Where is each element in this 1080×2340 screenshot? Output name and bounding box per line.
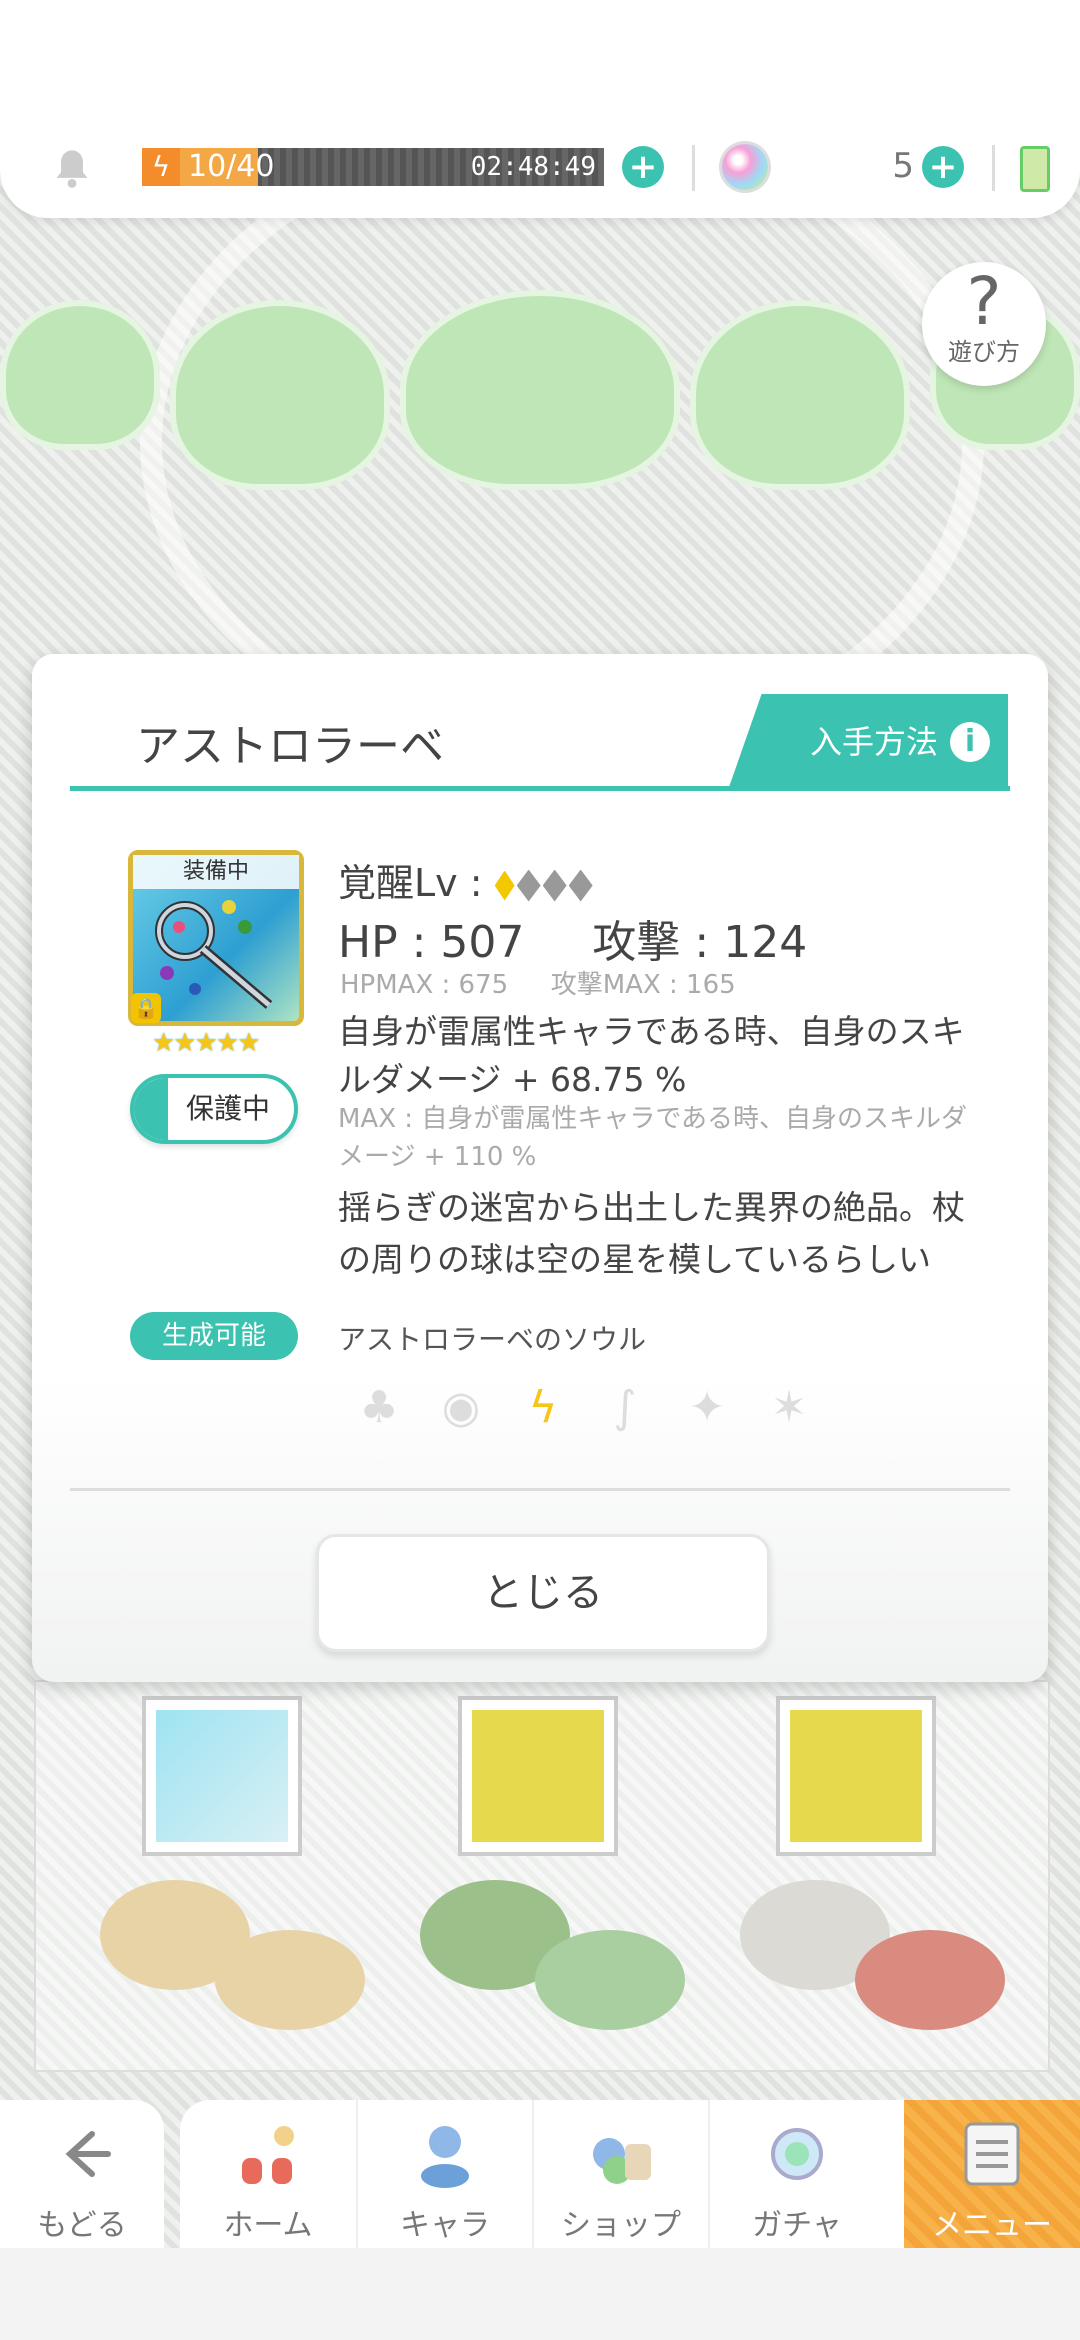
help-label: 遊び方 xyxy=(948,338,1020,366)
element-wind-icon: ∫ xyxy=(613,1382,637,1433)
soul-name: アストロラーベのソウル xyxy=(338,1323,647,1356)
nav-item-character[interactable]: キャラ xyxy=(356,2100,532,2248)
nav-label-gacha: ガチャ xyxy=(752,2208,842,2243)
character-icon xyxy=(421,2126,469,2188)
equipped-label: 装備中 xyxy=(133,855,299,889)
awaken-gem-empty-icon xyxy=(516,869,541,902)
nav-item-home[interactable]: ホーム xyxy=(180,2100,356,2248)
rarity-stars: ★★★★★ xyxy=(152,1028,261,1058)
item-max-stats: HPMAX : 675 攻撃MAX : 165 xyxy=(340,964,736,1001)
stamina-value: 10/40 xyxy=(188,149,275,184)
nav-label-home: ホーム xyxy=(223,2208,313,2243)
flavor-text: 揺らぎの迷宮から出土した異界の絶品。杖の周りの球は空の星を模しているらしい xyxy=(338,1188,965,1279)
protect-label: 保護中 xyxy=(186,1092,271,1125)
character-pedestal[interactable] xyxy=(855,1930,1005,2030)
background-leaf xyxy=(170,300,390,490)
gem-icon xyxy=(722,144,768,190)
nav-item-shop[interactable]: ショップ xyxy=(532,2100,708,2248)
awaken-level: 覚醒Lv : xyxy=(338,852,593,907)
bottom-safe-area xyxy=(0,2248,1080,2340)
back-arrow-icon xyxy=(65,2131,111,2177)
background-leaf xyxy=(0,300,160,450)
close-button[interactable]: とじる xyxy=(316,1534,770,1652)
attack-max-value: 攻撃MAX : 165 xyxy=(550,970,736,1000)
staff-icon xyxy=(155,900,273,1009)
hp-max-value: HPMAX : 675 xyxy=(340,970,509,1000)
stamina-timer: 02:48:49 xyxy=(470,152,596,182)
skill-description: 自身が雷属性キャラである時、自身のスキルダメージ + 68.75 % xyxy=(338,1012,965,1099)
awaken-gem-empty-icon xyxy=(542,869,567,902)
back-button[interactable]: もどる xyxy=(0,2100,164,2248)
background-leaf xyxy=(690,300,910,490)
character-pedestal[interactable] xyxy=(215,1930,365,2030)
character-pedestal[interactable] xyxy=(535,1930,685,2030)
gacha-icon xyxy=(771,2128,823,2180)
back-label: もどる xyxy=(37,2208,127,2243)
divider xyxy=(992,145,995,191)
add-gem-button[interactable]: + xyxy=(922,146,964,188)
craftable-badge: 生成可能 xyxy=(130,1312,298,1360)
attack-value: 攻撃 : 124 xyxy=(592,917,808,968)
nav-label-menu: メニュー xyxy=(932,2208,1052,2243)
menu-icon xyxy=(964,2122,1020,2186)
staff-item-image xyxy=(156,1710,288,1842)
item-stats: HP : 507 攻撃 : 124 xyxy=(338,906,807,970)
element-water-icon: ◉ xyxy=(441,1382,481,1433)
battery-icon xyxy=(1020,146,1050,192)
gem-count: 5 xyxy=(892,146,914,186)
toggle-knob xyxy=(134,1078,168,1140)
bottom-navigation: もどる ホーム キャラ ショップ ガチャ メニュー xyxy=(0,2100,1080,2340)
element-icons: ♣ ◉ ϟ ∫ ✦ ✶ xyxy=(338,1382,830,1433)
skill-max-description: MAX : 自身が雷属性キャラである時、自身のスキルダメージ + 110 % xyxy=(338,1104,968,1172)
nav-tabs: ホーム キャラ ショップ ガチャ メニュー xyxy=(180,2100,1080,2248)
info-icon: i xyxy=(950,722,990,762)
feather-item-image xyxy=(472,1710,604,1842)
element-light-icon: ✦ xyxy=(688,1382,726,1433)
home-icon xyxy=(242,2126,294,2184)
bell-icon[interactable] xyxy=(50,146,94,190)
background-leaf xyxy=(400,290,680,490)
awaken-gem-empty-icon xyxy=(568,869,593,902)
shop-icon xyxy=(593,2138,651,2184)
stamina-bolt-icon: ϟ xyxy=(142,148,180,186)
acquisition-method-label: 入手方法 xyxy=(809,723,938,761)
element-dark-icon: ✶ xyxy=(770,1382,808,1433)
element-earth-icon: ♣ xyxy=(359,1382,399,1433)
equipment-slot-feather[interactable] xyxy=(458,1696,618,1856)
help-button[interactable]: ? 遊び方 xyxy=(922,262,1046,386)
acquisition-method-button[interactable]: 入手方法 i xyxy=(728,694,1008,790)
dialog-divider xyxy=(70,1488,1010,1491)
hp-value: HP : 507 xyxy=(338,917,525,968)
status-bar: ϟ 10/40 02:48:49 + 5 + xyxy=(0,0,1080,218)
item-detail-dialog: アストロラーベ 入手方法 i 装備中 🔒 ★★★★★ 保護中 覚醒Lv : HP… xyxy=(32,654,1048,1682)
question-icon: ? xyxy=(966,263,1002,340)
divider xyxy=(692,145,695,191)
nav-label-character: キャラ xyxy=(400,2208,490,2243)
awaken-label: 覚醒Lv : xyxy=(338,861,483,905)
equipment-slot-book[interactable] xyxy=(776,1696,936,1856)
add-stamina-button[interactable]: + xyxy=(622,146,664,188)
element-thunder-icon: ϟ xyxy=(528,1382,558,1433)
lock-icon: 🔒 xyxy=(131,993,161,1023)
nav-label-shop: ショップ xyxy=(561,2208,681,2243)
equipment-slot-staff[interactable] xyxy=(142,1696,302,1856)
item-icon-frame: 装備中 🔒 xyxy=(128,850,304,1026)
awaken-gem-filled-icon xyxy=(494,870,515,901)
nav-item-menu[interactable]: メニュー xyxy=(904,2100,1080,2248)
item-title: アストロラーベ xyxy=(136,721,444,772)
stamina-bar: ϟ 10/40 02:48:49 xyxy=(142,148,604,186)
book-item-image xyxy=(790,1710,922,1842)
nav-item-gacha[interactable]: ガチャ xyxy=(708,2100,884,2248)
protect-toggle[interactable]: 保護中 xyxy=(130,1074,298,1144)
